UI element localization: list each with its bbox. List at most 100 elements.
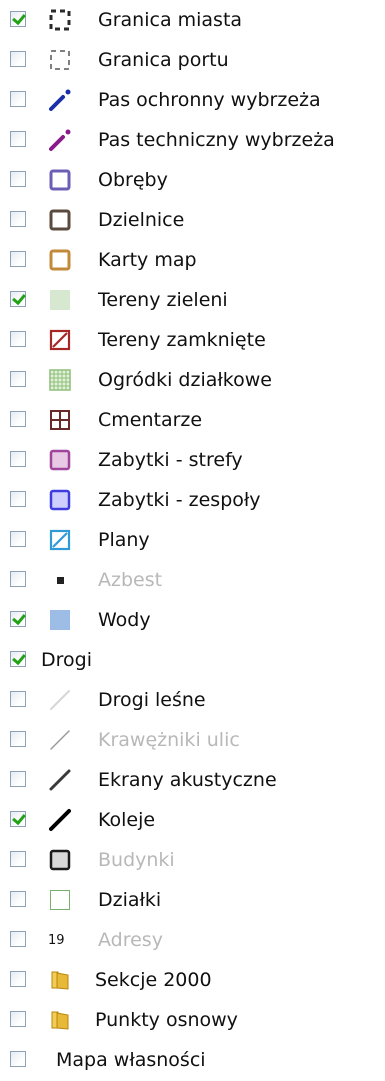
layer-label: Zabytki - strefy bbox=[98, 449, 243, 471]
layer-checkbox-sekcje-2000[interactable] bbox=[10, 971, 26, 987]
layer-row-tereny-zamkniete[interactable]: Tereny zamknięte bbox=[0, 320, 385, 360]
layer-row-pas-ochronny-wybrzeza[interactable]: Pas ochronny wybrzeża bbox=[0, 80, 385, 120]
outlined-square-icon bbox=[48, 168, 72, 192]
layer-row-dzielnice[interactable]: Dzielnice bbox=[0, 200, 385, 240]
layer-row-wody[interactable]: Wody bbox=[0, 600, 385, 640]
layer-checkbox-koleje[interactable] bbox=[10, 811, 26, 827]
layer-label: Drogi bbox=[41, 649, 92, 671]
layer-checkbox-dzialki[interactable] bbox=[10, 891, 26, 907]
layer-row-mapa-wlasnosci[interactable]: Mapa własności bbox=[0, 1040, 385, 1080]
layer-checkbox-granica-miasta[interactable] bbox=[10, 11, 26, 27]
hatched-square-icon bbox=[48, 328, 72, 352]
layer-row-pas-techniczny-wybrzeza[interactable]: Pas techniczny wybrzeża bbox=[0, 120, 385, 160]
layer-row-granica-miasta[interactable]: Granica miasta bbox=[0, 0, 385, 40]
layer-checkbox-dzielnice[interactable] bbox=[10, 211, 26, 227]
layer-label: Mapa własności bbox=[56, 1049, 206, 1071]
small-black-square-icon bbox=[48, 568, 72, 592]
layer-label: Tereny zamknięte bbox=[98, 329, 266, 351]
layer-checkbox-pas-ochronny-wybrzeza[interactable] bbox=[10, 91, 26, 107]
filled-outlined-square-icon bbox=[48, 448, 72, 472]
layer-row-obreby[interactable]: Obręby bbox=[0, 160, 385, 200]
layer-checkbox-mapa-wlasnosci[interactable] bbox=[10, 1051, 26, 1067]
layer-label: Punkty osnowy bbox=[95, 1009, 238, 1031]
layer-checkbox-drogi-lesne[interactable] bbox=[10, 691, 26, 707]
layer-row-granica-portu[interactable]: Granica portu bbox=[0, 40, 385, 80]
layer-checkbox-krawezniki-ulic[interactable] bbox=[10, 731, 26, 747]
layer-label: Sekcje 2000 bbox=[95, 969, 212, 991]
diagonal-line-icon bbox=[48, 768, 72, 792]
layer-checkbox-granica-portu[interactable] bbox=[10, 51, 26, 67]
folder-icon bbox=[48, 968, 72, 992]
layer-label: Drogi leśne bbox=[98, 689, 206, 711]
layer-row-koleje[interactable]: Koleje bbox=[0, 800, 385, 840]
layer-row-azbest[interactable]: Azbest bbox=[0, 560, 385, 600]
dashed-square-bold-icon bbox=[48, 8, 72, 32]
layer-checkbox-ogrodki-dzialkowe[interactable] bbox=[10, 371, 26, 387]
purple-dashed-line-icon bbox=[48, 128, 72, 152]
layer-checkbox-obreby[interactable] bbox=[10, 171, 26, 187]
layer-checkbox-ekrany-akustyczne[interactable] bbox=[10, 771, 26, 787]
layer-row-budynki[interactable]: Budynki bbox=[0, 840, 385, 880]
layer-label: Obręby bbox=[98, 169, 168, 191]
layer-label: Granica miasta bbox=[98, 9, 243, 31]
layer-label: Dzielnice bbox=[98, 209, 185, 231]
diagonal-line-icon bbox=[48, 728, 72, 752]
layer-label: Ogródki działkowe bbox=[98, 369, 272, 391]
layer-checkbox-punkty-osnowy[interactable] bbox=[10, 1011, 26, 1027]
layer-row-tereny-zieleni[interactable]: Tereny zieleni bbox=[0, 280, 385, 320]
filled-outlined-square-icon bbox=[48, 488, 72, 512]
layer-checkbox-tereny-zieleni[interactable] bbox=[10, 291, 26, 307]
outlined-square-thin-icon bbox=[48, 888, 72, 912]
layer-checkbox-cmentarze[interactable] bbox=[10, 411, 26, 427]
layer-row-zabytki-zespoly[interactable]: Zabytki - zespoły bbox=[0, 480, 385, 520]
layer-checkbox-budynki[interactable] bbox=[10, 851, 26, 867]
layer-row-adresy[interactable]: 19 Adresy bbox=[0, 920, 385, 960]
layer-label: Budynki bbox=[98, 849, 175, 871]
layer-label: Krawężniki ulic bbox=[98, 729, 240, 751]
layer-label: Cmentarze bbox=[98, 409, 203, 431]
layer-checkbox-wody[interactable] bbox=[10, 611, 26, 627]
layer-label: Azbest bbox=[98, 569, 163, 591]
filled-outlined-square-icon bbox=[48, 848, 72, 872]
layer-row-drogi-lesne[interactable]: Drogi leśne bbox=[0, 680, 385, 720]
layer-checkbox-zabytki-zespoly[interactable] bbox=[10, 491, 26, 507]
number-icon: 19 bbox=[48, 928, 72, 952]
layer-checkbox-azbest[interactable] bbox=[10, 571, 26, 587]
blue-dashed-line-icon bbox=[48, 88, 72, 112]
layer-checkbox-karty-map[interactable] bbox=[10, 251, 26, 267]
layer-row-karty-map[interactable]: Karty map bbox=[0, 240, 385, 280]
cross-square-icon bbox=[48, 408, 72, 432]
layer-row-sekcje-2000[interactable]: Sekcje 2000 bbox=[0, 960, 385, 1000]
layer-label: Tereny zieleni bbox=[98, 289, 228, 311]
folder-icon bbox=[48, 1008, 72, 1032]
layer-label: Koleje bbox=[98, 809, 156, 831]
diagonal-line-icon bbox=[48, 688, 72, 712]
layer-checkbox-plany[interactable] bbox=[10, 531, 26, 547]
layer-checkbox-drogi[interactable] bbox=[10, 651, 26, 667]
layer-label: Zabytki - zespoły bbox=[98, 489, 261, 511]
layer-checkbox-pas-techniczny-wybrzeza[interactable] bbox=[10, 131, 26, 147]
layer-label: Granica portu bbox=[98, 49, 229, 71]
layer-row-zabytki-strefy[interactable]: Zabytki - strefy bbox=[0, 440, 385, 480]
filled-square-icon bbox=[48, 288, 72, 312]
layer-label: Plany bbox=[98, 529, 150, 551]
layer-row-ogrodki-dzialkowe[interactable]: Ogródki działkowe bbox=[0, 360, 385, 400]
layer-row-dzialki[interactable]: Działki bbox=[0, 880, 385, 920]
layer-label: Adresy bbox=[98, 929, 163, 951]
layer-label: Ekrany akustyczne bbox=[98, 769, 277, 791]
layer-row-ekrany-akustyczne[interactable]: Ekrany akustyczne bbox=[0, 760, 385, 800]
layer-row-drogi[interactable]: Drogi bbox=[0, 640, 385, 680]
layer-label: Karty map bbox=[98, 249, 197, 271]
dashed-square-light-icon bbox=[48, 48, 72, 72]
outlined-square-icon bbox=[48, 208, 72, 232]
layer-row-krawezniki-ulic[interactable]: Krawężniki ulic bbox=[0, 720, 385, 760]
layer-row-plany[interactable]: Plany bbox=[0, 520, 385, 560]
layer-label: Wody bbox=[98, 609, 151, 631]
layer-checkbox-adresy[interactable] bbox=[10, 931, 26, 947]
layer-label: Pas ochronny wybrzeża bbox=[98, 89, 321, 111]
layer-row-cmentarze[interactable]: Cmentarze bbox=[0, 400, 385, 440]
layer-checkbox-tereny-zamkniete[interactable] bbox=[10, 331, 26, 347]
layer-checkbox-zabytki-strefy[interactable] bbox=[10, 451, 26, 467]
diagonal-line-icon bbox=[48, 808, 72, 832]
layer-row-punkty-osnowy[interactable]: Punkty osnowy bbox=[0, 1000, 385, 1040]
